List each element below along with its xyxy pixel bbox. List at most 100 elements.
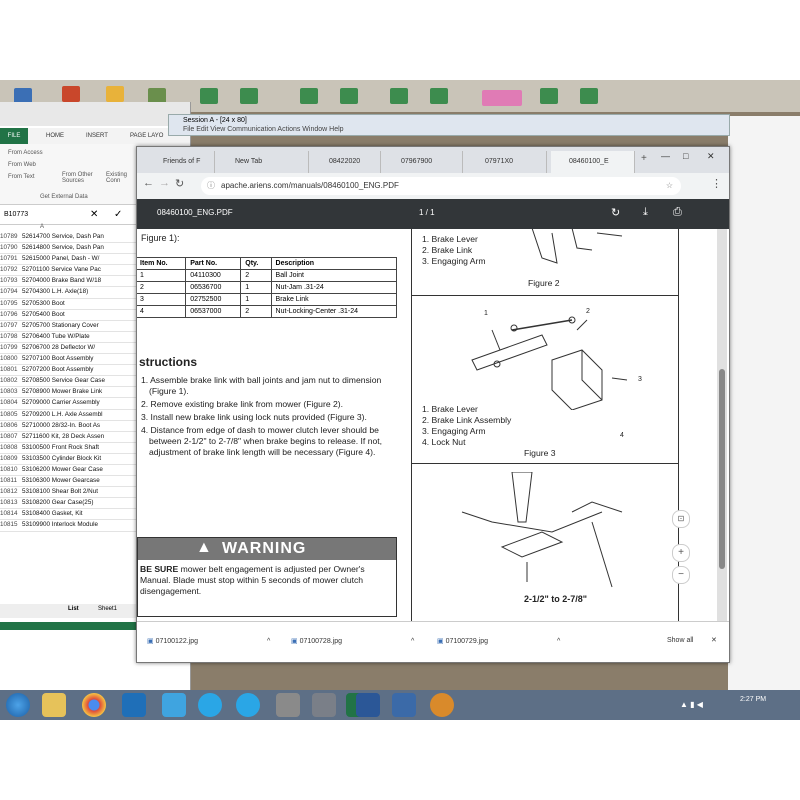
from-other-sources-button[interactable]: From Other Sources bbox=[62, 172, 102, 184]
cell-value[interactable]: 52710000 28/32-In. Boot As bbox=[22, 422, 100, 429]
excel-file-icon[interactable] bbox=[340, 88, 358, 104]
cell-value[interactable]: 52708900 Mower Brake Link bbox=[22, 388, 102, 395]
from-access-button[interactable]: From Access bbox=[8, 150, 43, 156]
chart-app-icon[interactable] bbox=[392, 693, 416, 717]
table-row[interactable]: 10809 53103500 Cylinder Block Kit bbox=[0, 454, 140, 465]
sheet-tab-list[interactable]: List bbox=[68, 606, 79, 612]
cell-value[interactable]: 53103500 Cylinder Block Kit bbox=[22, 455, 101, 462]
excel-file-icon[interactable] bbox=[580, 88, 598, 104]
row-number[interactable]: 10796 bbox=[0, 310, 22, 320]
cell-value[interactable]: 52705400 Boot bbox=[22, 311, 65, 318]
browser-tab-active[interactable]: 08460100_E bbox=[551, 151, 635, 173]
app-icon[interactable] bbox=[312, 693, 336, 717]
cell-value[interactable]: 52706400 Tube W/Plate bbox=[22, 333, 90, 340]
zoom-in-button[interactable]: + bbox=[672, 544, 690, 562]
pdf-scrollbar[interactable] bbox=[717, 229, 727, 621]
file-tab[interactable]: FILE bbox=[0, 128, 28, 144]
row-number[interactable]: 10809 bbox=[0, 454, 22, 464]
existing-connections-button[interactable]: Existing Conn bbox=[106, 172, 136, 184]
table-row[interactable]: 10804 52709000 Carrier Assembly bbox=[0, 398, 140, 410]
table-row[interactable]: 10815 53109900 Interlock Module bbox=[0, 520, 140, 532]
table-row[interactable]: 10811 53106300 Mower Gearcase bbox=[0, 476, 140, 488]
row-number[interactable]: 10801 bbox=[0, 365, 22, 375]
row-number[interactable]: 10795 bbox=[0, 299, 22, 309]
cell-value[interactable]: 52706700 28 Deflector W/ bbox=[22, 344, 95, 351]
column-header-a[interactable]: A bbox=[40, 224, 44, 230]
outlook-icon[interactable] bbox=[122, 693, 146, 717]
cell-value[interactable]: 52705300 Boot bbox=[22, 300, 65, 307]
table-row[interactable]: 10805 52709200 L.H. Axle Assembl bbox=[0, 410, 140, 421]
row-number[interactable]: 10798 bbox=[0, 332, 22, 342]
cell-value[interactable]: 52704300 L.H. Axle(18) bbox=[22, 288, 88, 295]
cell-value[interactable]: 53108100 Shear Bolt 2/Nut bbox=[22, 488, 98, 495]
cancel-icon[interactable]: ✕ bbox=[90, 209, 98, 220]
cell-value[interactable]: 52708500 Service Gear Case bbox=[22, 377, 105, 384]
table-row[interactable]: 10813 53108200 Gear Case(25) bbox=[0, 498, 140, 510]
cell-value[interactable]: 52707100 Boot Assembly bbox=[22, 355, 93, 362]
print-icon[interactable]: ⎙ bbox=[673, 206, 682, 219]
table-row[interactable]: 10800 52707100 Boot Assembly bbox=[0, 354, 140, 366]
info-icon[interactable]: ⓘ bbox=[207, 177, 215, 195]
row-number[interactable]: 10800 bbox=[0, 354, 22, 364]
from-text-button[interactable]: From Text bbox=[8, 174, 35, 180]
browser-tab[interactable]: 08422020 bbox=[311, 151, 381, 173]
pdf-scrollbar-thumb[interactable] bbox=[719, 369, 725, 569]
row-number[interactable]: 10794 bbox=[0, 287, 22, 297]
row-number[interactable]: 10793 bbox=[0, 276, 22, 286]
table-row[interactable]: 10799 52706700 28 Deflector W/ bbox=[0, 343, 140, 355]
cell-value[interactable]: 53106300 Mower Gearcase bbox=[22, 477, 100, 484]
table-row[interactable]: 10810 53106200 Mower Gear Case bbox=[0, 465, 140, 477]
row-number[interactable]: 10812 bbox=[0, 487, 22, 497]
star-icon[interactable]: ☆ bbox=[666, 177, 673, 195]
chrome-icon[interactable] bbox=[82, 693, 106, 717]
tab-insert[interactable]: INSERT bbox=[86, 128, 108, 144]
table-row[interactable]: 10793 52704000 Brake Band W/18 bbox=[0, 276, 140, 288]
forward-icon[interactable]: → bbox=[159, 177, 170, 189]
table-row[interactable]: 10812 53108100 Shear Bolt 2/Nut bbox=[0, 487, 140, 499]
enter-icon[interactable]: ✓ bbox=[114, 209, 122, 220]
table-row[interactable]: 10797 52705700 Stationary Cover bbox=[0, 321, 140, 332]
row-number[interactable]: 10799 bbox=[0, 343, 22, 353]
chevron-up-icon[interactable]: ^ bbox=[557, 634, 560, 650]
table-row[interactable]: 10814 53108400 Gasket, Kit bbox=[0, 509, 140, 521]
cell-value[interactable]: 52614800 Service, Dash Pan bbox=[22, 244, 104, 251]
row-number[interactable]: 10802 bbox=[0, 376, 22, 386]
row-number[interactable]: 10815 bbox=[0, 520, 22, 530]
table-row[interactable]: 10806 52710000 28/32-In. Boot As bbox=[0, 421, 140, 432]
excel-file-icon[interactable] bbox=[300, 88, 318, 104]
sheet-tab-sheet1[interactable]: Sheet1 bbox=[98, 606, 117, 612]
file-explorer-icon[interactable] bbox=[42, 693, 66, 717]
cell-value[interactable]: 52614700 Service, Dash Pan bbox=[22, 233, 104, 240]
table-row[interactable]: 10789 52614700 Service, Dash Pan bbox=[0, 232, 140, 244]
close-downloads-icon[interactable]: ✕ bbox=[711, 636, 717, 644]
excel-file-icon[interactable] bbox=[430, 88, 448, 104]
chevron-up-icon[interactable]: ^ bbox=[411, 634, 414, 650]
table-row[interactable]: 10792 52701100 Service Vane Pac bbox=[0, 265, 140, 277]
browser-tab[interactable]: New Tab bbox=[217, 151, 309, 173]
row-number[interactable]: 10804 bbox=[0, 398, 22, 408]
table-row[interactable]: 10798 52706400 Tube W/Plate bbox=[0, 332, 140, 343]
table-row[interactable]: 10803 52708900 Mower Brake Link bbox=[0, 387, 140, 399]
skype-icon[interactable] bbox=[198, 693, 222, 717]
fit-page-button[interactable]: ⊡ bbox=[672, 510, 690, 528]
table-row[interactable]: 10791 52615000 Panel, Dash - W/ bbox=[0, 254, 140, 266]
row-number[interactable]: 10797 bbox=[0, 321, 22, 331]
download-item[interactable]: ▣ 07100729.jpg ^ bbox=[437, 634, 567, 650]
internet-explorer-icon[interactable] bbox=[162, 693, 186, 717]
browser-tab[interactable]: 07967900 bbox=[383, 151, 463, 173]
pink-file-icon[interactable] bbox=[482, 90, 522, 106]
download-item[interactable]: ▣ 07100728.jpg ^ bbox=[291, 634, 421, 650]
table-row[interactable]: 10795 52705300 Boot bbox=[0, 299, 140, 310]
excel-file-icon[interactable] bbox=[390, 88, 408, 104]
browser-tab[interactable]: Friends of F bbox=[145, 151, 215, 173]
row-number[interactable]: 10792 bbox=[0, 265, 22, 275]
excel-file-icon[interactable] bbox=[540, 88, 558, 104]
row-number[interactable]: 10789 bbox=[0, 232, 22, 242]
app-icon[interactable] bbox=[276, 693, 300, 717]
cell-value[interactable]: 52615000 Panel, Dash - W/ bbox=[22, 255, 99, 262]
excel-file-icon[interactable] bbox=[240, 88, 258, 104]
url-input[interactable]: ⓘ apache.ariens.com/manuals/08460100_ENG… bbox=[201, 177, 681, 195]
row-number[interactable]: 10790 bbox=[0, 243, 22, 253]
row-number[interactable]: 10811 bbox=[0, 476, 22, 486]
row-number[interactable]: 10807 bbox=[0, 432, 22, 442]
